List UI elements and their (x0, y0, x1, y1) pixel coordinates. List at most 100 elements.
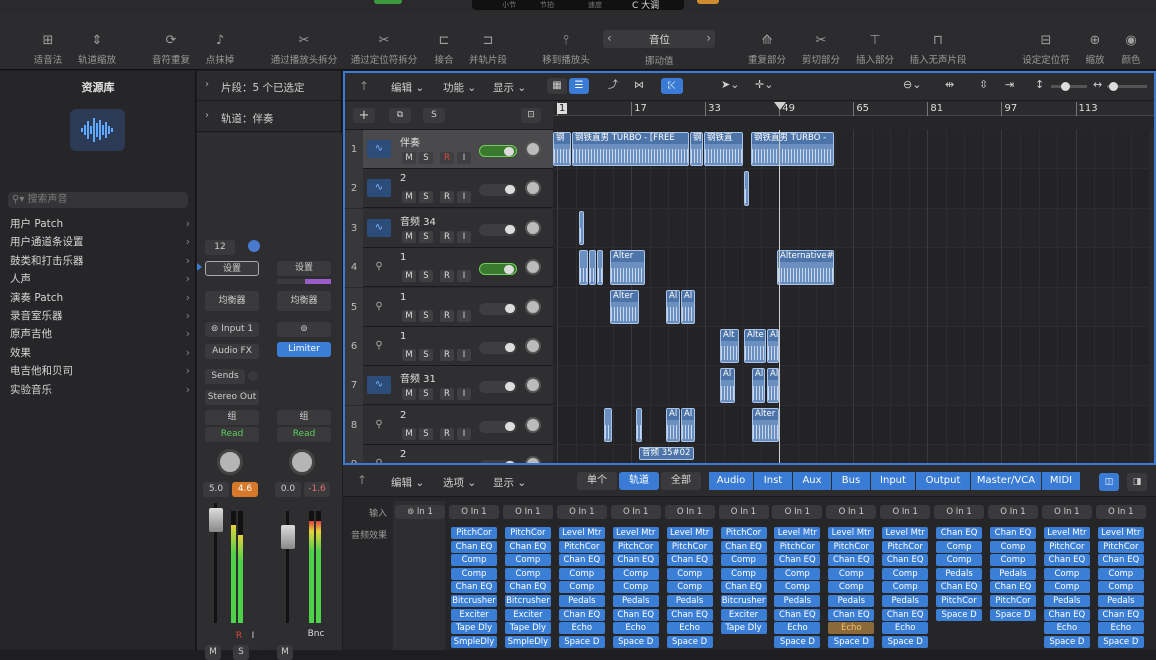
audio-region[interactable]: Alter (610, 250, 645, 285)
channel-input-slot[interactable]: O In 1 (880, 505, 931, 519)
plugin-slot[interactable]: Comp (774, 567, 821, 580)
plugin-slot[interactable]: Echo (774, 622, 821, 635)
library-item[interactable]: 实验音乐 › (0, 381, 196, 399)
plugin-slot[interactable]: PitchCor (1097, 540, 1144, 553)
audio-region[interactable]: 钢 (690, 132, 703, 167)
plugin-slot[interactable]: Chan EQ (990, 527, 1036, 539)
track-name[interactable]: 1 (400, 252, 406, 263)
plugin-slot[interactable]: Chan EQ (1097, 554, 1144, 567)
plugin-slot[interactable]: Chan EQ (720, 581, 767, 594)
plugin-slot[interactable]: Echo (558, 622, 605, 635)
edit-menu[interactable]: 编辑 ⌄ (391, 80, 424, 95)
plugin-slot[interactable]: Chan EQ (882, 608, 929, 621)
bar-ruler[interactable]: 1 17 33 49 65 81 97 113 (553, 102, 1154, 116)
plugin-slot[interactable]: Chan EQ (720, 540, 767, 553)
vertical-zoom-slider[interactable] (1051, 82, 1087, 91)
filter-audio-button[interactable]: Audio (709, 472, 753, 490)
cycle-area[interactable] (553, 116, 1154, 130)
channel-input-slot[interactable]: O In 1 (502, 505, 553, 519)
plugin-slot[interactable]: Pedals (558, 595, 605, 607)
volume-slider[interactable] (479, 302, 517, 315)
plugin-slot[interactable]: Comp (990, 540, 1036, 553)
channel-input-slot[interactable]: O In 1 (934, 505, 985, 519)
catch-icon[interactable]: ⊡ (521, 108, 541, 123)
record-button[interactable]: R (440, 270, 454, 283)
plugin-slot[interactable]: Comp (936, 554, 983, 567)
volume-slider[interactable] (479, 342, 517, 354)
audio-region[interactable] (597, 250, 603, 285)
channel-input-slot[interactable]: O In 1 (772, 505, 823, 519)
toolbar-bounce-button[interactable]: ⊐ 并轨片段 (453, 32, 523, 66)
plugin-slot[interactable]: Pedals (882, 595, 929, 607)
plugin-slot[interactable]: Comp (558, 567, 605, 580)
volume-slider[interactable] (479, 184, 517, 197)
pan-knob[interactable] (525, 259, 541, 276)
back-arrow-icon[interactable]: ↑ (357, 473, 367, 487)
input-monitor-button[interactable]: I (457, 152, 471, 164)
toolbar-move-playhead-button[interactable]: ⫯ 移到播放头 (531, 32, 601, 66)
plugin-slot[interactable]: Echo (1097, 622, 1144, 635)
vertical-fit-icon[interactable]: ⇳ (979, 78, 988, 91)
filter-input-button[interactable]: Input (871, 472, 915, 490)
limiter-plugin[interactable]: Limiter (277, 342, 331, 357)
plugin-slot[interactable]: Echo (1043, 622, 1090, 635)
plugin-slot[interactable]: Comp (828, 567, 875, 580)
plugin-slot[interactable]: PitchCor (774, 540, 821, 553)
input-monitor-button[interactable]: I (457, 191, 471, 204)
track-name[interactable]: 1 (400, 331, 406, 342)
volume-slider[interactable] (479, 145, 517, 157)
volume-slider[interactable] (479, 381, 517, 394)
plugin-slot[interactable]: Chan EQ (504, 540, 551, 553)
plugin-slot[interactable]: Chan EQ (828, 608, 875, 621)
plugin-slot[interactable]: Tape Dly (451, 622, 497, 635)
track-header[interactable]: 5 ⚲ 1 M S R I (345, 287, 553, 327)
bounce-button[interactable]: Bnc (303, 627, 329, 642)
audio-region[interactable]: 钢铁直男 TURBO - (751, 132, 834, 167)
zoom-out-icon[interactable]: ⊖⌄ (903, 78, 921, 91)
volume-slider[interactable] (479, 420, 517, 433)
channel-input-slot[interactable]: O In 1 (556, 505, 607, 519)
toolbar-split-playhead-button[interactable]: ✂ 通过播放头拆分 (269, 32, 339, 66)
mixer-options-menu[interactable]: 选项 ⌄ (443, 475, 476, 490)
audio-region[interactable]: Al (752, 368, 765, 403)
plugin-slot[interactable]: Space D (828, 635, 875, 648)
audio-region[interactable]: Al (720, 368, 735, 403)
audio-region[interactable]: Al (767, 368, 779, 403)
output-slot[interactable]: Stereo Out (205, 390, 259, 405)
audio-region[interactable]: Alter (610, 289, 639, 324)
mute-button[interactable]: M (402, 230, 416, 243)
plugin-slot[interactable]: Space D (612, 635, 659, 648)
plugin-slot[interactable]: Level Mtr (828, 527, 875, 539)
plugin-slot[interactable]: Echo (666, 622, 713, 635)
solo-button[interactable]: S (419, 388, 433, 401)
solo-button[interactable]: S (419, 270, 433, 283)
flex-icon[interactable]: ⤪ (661, 78, 683, 94)
channel-input-slot[interactable]: O In 1 (988, 505, 1038, 519)
plugin-slot[interactable]: Chan EQ (451, 540, 497, 553)
track-header[interactable]: 9⚲2MSRI (345, 445, 553, 463)
track-header[interactable]: 8 ⚲ 2 M S R I (345, 405, 553, 445)
pan-knob[interactable] (525, 298, 541, 315)
plugin-slot[interactable]: PitchCor (882, 540, 929, 553)
plugin-slot[interactable]: Level Mtr (558, 527, 605, 539)
audio-region[interactable] (589, 250, 596, 285)
strip1-setting-button[interactable]: 设置 (205, 261, 259, 276)
audio-fx-slot[interactable]: Audio FX (205, 344, 259, 359)
plugin-slot[interactable]: Chan EQ (936, 581, 983, 594)
plugin-slot[interactable]: Space D (558, 635, 605, 648)
plugin-slot[interactable]: Space D (666, 635, 713, 648)
plugin-slot[interactable]: Chan EQ (558, 554, 605, 567)
toolbar-zoom-track-button[interactable]: ⇕ 轨道缩放 (62, 32, 132, 66)
strip1-eq[interactable]: 均衡器 (205, 291, 259, 311)
plugin-slot[interactable]: Space D (1043, 635, 1090, 648)
strip1-automation[interactable]: Read (205, 427, 259, 442)
volume-slider[interactable] (479, 263, 517, 276)
plugin-slot[interactable]: Pedals (774, 595, 821, 607)
plugin-slot[interactable]: Chan EQ (990, 581, 1036, 594)
plugin-slot[interactable]: Chan EQ (666, 554, 713, 567)
audio-region[interactable]: Al (666, 289, 680, 324)
vertical-scrollbar[interactable] (1149, 130, 1154, 463)
audio-region[interactable] (636, 407, 642, 443)
plugin-slot[interactable]: PitchCor (612, 540, 659, 553)
plugin-slot[interactable]: Level Mtr (882, 527, 929, 539)
